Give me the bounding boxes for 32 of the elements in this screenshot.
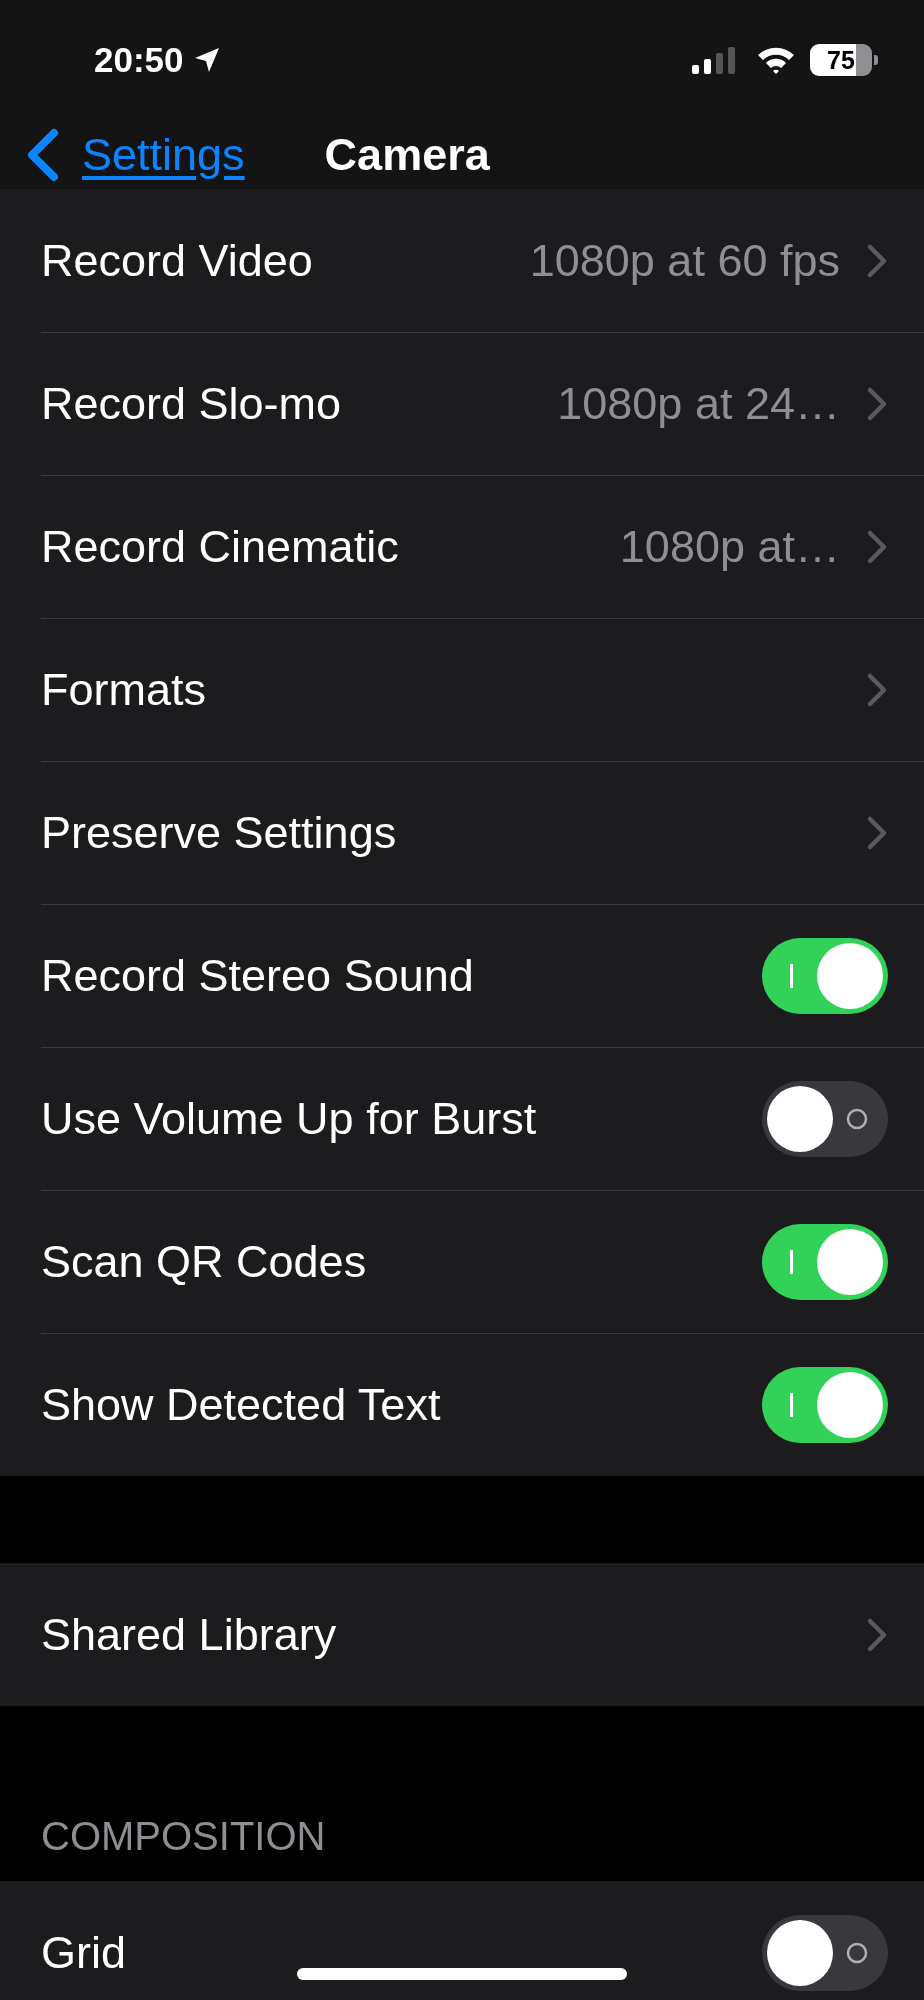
setting-label[interactable]: Shared Library	[41, 1608, 337, 1661]
chevron-icon	[866, 242, 888, 279]
on-bar-icon	[790, 963, 794, 988]
setting-value: 1080p at…	[618, 520, 840, 573]
off-circle-icon	[846, 1107, 868, 1130]
chevron-icon	[866, 528, 888, 565]
setting-value: 1080p at 24…	[556, 377, 840, 430]
setting-label[interactable]: Record Cinematic	[41, 520, 399, 573]
section-header: COMPOSITION	[41, 1814, 326, 1859]
battery-level: 75	[810, 44, 872, 76]
wifi-icon	[756, 45, 796, 75]
back-button[interactable]: Settings	[22, 126, 245, 183]
on-bar-icon	[790, 1249, 794, 1274]
setting-label: Show Detected Text	[41, 1378, 441, 1431]
setting-label[interactable]: Preserve Settings	[41, 806, 397, 859]
setting-label: Use Volume Up for Burst	[41, 1092, 537, 1145]
chevron-icon	[866, 671, 888, 708]
setting-label[interactable]: Formats	[41, 663, 206, 716]
setting-value: 1080p at 60 fps	[528, 234, 840, 287]
setting-label: Record Stereo Sound	[41, 949, 474, 1002]
setting-label: Scan QR Codes	[41, 1235, 367, 1288]
off-circle-icon	[846, 1941, 868, 1964]
setting-label[interactable]: Record Video	[41, 234, 313, 287]
setting-label[interactable]: Record Slo-mo	[41, 377, 342, 430]
chevron-icon	[866, 814, 888, 851]
chevron-icon	[866, 1616, 888, 1653]
signal-icon	[690, 45, 738, 75]
chevron-icon	[866, 385, 888, 422]
setting-label: Grid	[41, 1926, 126, 1979]
status-time: 20:50	[94, 40, 184, 80]
on-bar-icon	[790, 1392, 794, 1417]
page-title: Camera	[324, 128, 490, 181]
